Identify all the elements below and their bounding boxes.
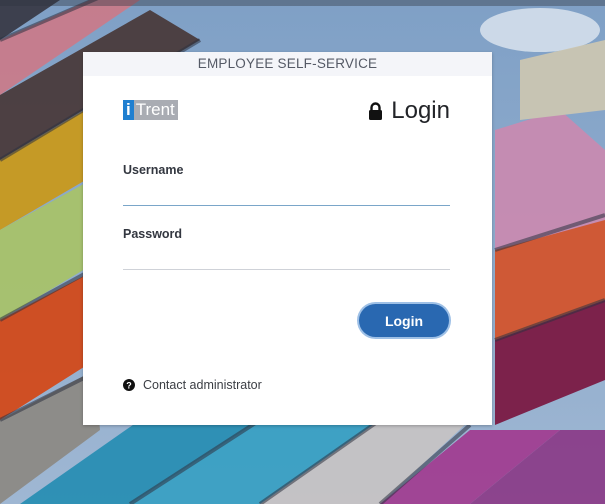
username-input[interactable] [123, 181, 450, 206]
password-label: Password [123, 227, 183, 241]
contact-administrator-row[interactable]: ? Contact administrator [123, 378, 262, 392]
logo-text: Trent [133, 100, 178, 120]
question-circle-icon: ? [123, 379, 135, 391]
login-heading: Login [368, 96, 450, 126]
contact-administrator-link[interactable]: Contact administrator [143, 378, 262, 392]
password-input[interactable] [123, 245, 450, 270]
login-card: EMPLOYEE SELF-SERVICE i Trent Login User… [83, 52, 492, 425]
brand-row: i Trent Login [123, 96, 450, 128]
lock-icon [369, 102, 383, 120]
logo-i: i [123, 100, 134, 120]
svg-text:?: ? [126, 380, 132, 390]
app-title: EMPLOYEE SELF-SERVICE [197, 56, 378, 71]
username-label: Username [123, 163, 184, 177]
login-button[interactable]: Login [359, 304, 449, 337]
itrent-logo: i Trent [123, 100, 178, 120]
card-header: EMPLOYEE SELF-SERVICE [83, 52, 492, 76]
login-title: Login [391, 97, 450, 124]
